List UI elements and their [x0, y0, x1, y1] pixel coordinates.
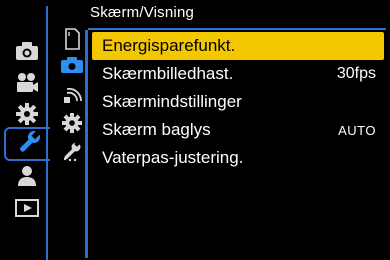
- menu-item-label: Vaterpas-justering.: [102, 148, 244, 167]
- playback-icon[interactable]: [10, 195, 44, 221]
- menu-item-skaermindstillinger[interactable]: Skærmindstillinger: [92, 88, 384, 116]
- menu-item-vaterpas-justering[interactable]: Vaterpas-justering.: [92, 144, 384, 172]
- menu-item-energisparefunkt[interactable]: Energisparefunkt.: [92, 32, 384, 60]
- camera-menu-screen: Skærm/Visning Energisparefunkt. Skærmbil…: [0, 0, 390, 260]
- wireless-icon[interactable]: [58, 82, 86, 108]
- category-column: [0, 0, 50, 260]
- person-icon[interactable]: [10, 163, 44, 189]
- menu-list: Energisparefunkt. Skærmbilledhast. 30fps…: [92, 32, 384, 172]
- gear-icon[interactable]: [10, 101, 44, 127]
- menu-item-skaermbilledhast[interactable]: Skærmbilledhast. 30fps: [92, 60, 384, 88]
- monitor-icon[interactable]: [58, 52, 86, 78]
- subtab-column: [52, 0, 86, 260]
- menu-item-label: Skærmbilledhast.: [102, 64, 234, 83]
- movie-camera-icon[interactable]: [10, 70, 44, 96]
- subtab-separator: [85, 30, 88, 258]
- menu-item-label: Skærm baglys: [102, 120, 211, 139]
- header-divider: [88, 28, 386, 30]
- category-separator: [46, 6, 48, 260]
- wrench-icon[interactable]: [4, 127, 50, 161]
- menu-item-label: Energisparefunkt.: [102, 36, 236, 55]
- gear-small-icon[interactable]: [58, 110, 86, 136]
- camera-icon[interactable]: [10, 38, 44, 64]
- menu-item-skaerm-baglys[interactable]: Skærm baglys AUTO: [92, 116, 384, 144]
- menu-item-value: 30fps: [336, 65, 376, 82]
- page-title: Skærm/Visning: [90, 4, 195, 21]
- menu-item-label: Skærmindstillinger: [102, 92, 242, 111]
- wrench-small-icon[interactable]: [58, 139, 86, 165]
- card-icon[interactable]: [58, 26, 86, 52]
- menu-item-value: AUTO: [338, 122, 376, 138]
